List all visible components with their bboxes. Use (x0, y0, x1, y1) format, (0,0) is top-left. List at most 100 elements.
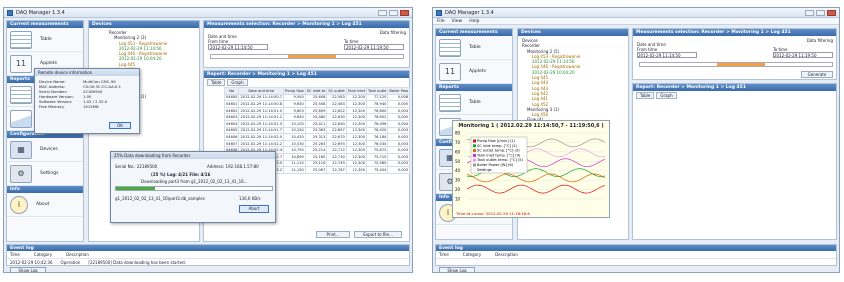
show-log-button[interactable]: Show Log (439, 267, 475, 272)
info-header: Info (7, 186, 83, 193)
legend-entry: SC outlet temp. [°C] (3) (477, 149, 520, 153)
data-filtering-toggle[interactable]: Data filtering (807, 38, 833, 43)
time-at-cursor: Time at cursor: 2012-02-29 11:18:18.6 (456, 211, 530, 216)
column-header[interactable]: SC inlet te (304, 87, 328, 95)
devices-header: Devices (518, 29, 628, 36)
legend-entry: Boiler Power [W] (6) (477, 163, 514, 167)
column-header[interactable]: SC outlet (326, 87, 347, 95)
table-row[interactable]: 04603 2012-02-29 11:14:51.2 9,630 25,480 22,… (223, 113, 411, 121)
close-button[interactable] (400, 9, 409, 16)
dialog-title: Remote device information (35, 69, 139, 76)
abort-button[interactable]: Abort (239, 205, 269, 213)
legend-swatch (473, 158, 476, 162)
nav-about[interactable]: iAbout (7, 193, 83, 217)
devices-icon: ▦ (10, 140, 32, 159)
from-time-input[interactable]: 2012-02-29 11:14:50 (637, 52, 697, 58)
column-header[interactable]: Pump flow (283, 87, 306, 95)
tab-graph[interactable]: Graph (227, 79, 248, 86)
applets-icon: 11 (439, 62, 461, 81)
table-row[interactable]: 04606 2012-02-29 11:14:52.0 10,420 25,313 22… (223, 133, 411, 141)
minimize-button[interactable] (805, 9, 814, 16)
report-panel: Report: Recorder > Monitoring 1 > Log 45… (632, 83, 837, 240)
legend-swatch (473, 144, 476, 148)
table-row[interactable]: 04604 2012-02-29 11:14:51.5 10,105 25,411 22… (223, 119, 411, 128)
reports-header: Reports (436, 84, 512, 91)
file-name: g1_2012_02_02_13_41_16\part3.db_samples (115, 196, 205, 201)
event-row[interactable]: 2012-02-29 10:42:36 Operation [22189500] D… (7, 259, 409, 266)
column-header[interactable]: Boiler Pow (387, 87, 411, 95)
address-label: Address: 192.168.1.57:80 (207, 164, 259, 169)
menu-help[interactable]: Help (469, 19, 479, 24)
download-speed: 136,6 KB/s (239, 196, 261, 201)
nav-current-table[interactable]: Table (7, 28, 83, 52)
measurements-selection: Measurements selection: Recorder > Monit… (203, 20, 410, 68)
time-range-slider[interactable] (210, 54, 404, 59)
info-value: 1915MB (83, 104, 99, 109)
nav-current-table[interactable]: Table (436, 36, 512, 60)
window-title: DAQ Manager 1.3.4 (445, 9, 494, 16)
left-window: DAQ Manager 1.3.4 Current measurements T… (3, 7, 413, 273)
applets-icon: 11 (10, 54, 32, 73)
legend-entry: Tank outlet temp. [°C] (5) (476, 158, 524, 162)
legend-swatch (473, 153, 476, 157)
y-tick: 70 (455, 140, 461, 145)
y-tick: 30 (455, 178, 461, 183)
column-header[interactable]: No (223, 87, 240, 95)
tab-table[interactable]: Table (636, 92, 655, 99)
close-button[interactable] (827, 9, 836, 16)
table-icon (10, 30, 32, 49)
legend-entry: Tank inlet temp. [°C] (4) (476, 153, 521, 157)
maximize-button[interactable] (816, 9, 825, 16)
column-header[interactable]: Tank inlet (345, 87, 368, 95)
series-line (466, 173, 606, 183)
legend-swatch (473, 149, 476, 153)
nav-applets[interactable]: 11 Applets (436, 60, 512, 84)
window-title: DAQ Manager 1.3.4 (16, 9, 65, 16)
download-dialog-title: 25% Data downloading from Recorder (111, 152, 275, 159)
time-range-slider[interactable] (639, 62, 833, 67)
print-button[interactable]: Print... (316, 231, 350, 238)
menu-file[interactable]: File (437, 19, 445, 24)
export-button[interactable]: Export to file... (354, 231, 402, 238)
to-time-input[interactable]: 2012-02-29 11:19:50 (773, 52, 833, 58)
progress-bar (115, 186, 273, 191)
ok-button[interactable]: OK (109, 122, 131, 129)
table-row[interactable]: 04600 2012-02-29 11:14:50.7 9,500 25,608 22,… (223, 93, 411, 102)
downloading-text: Downloading part3 from g1_2012_02_02_13_… (141, 179, 248, 184)
table-icon (439, 38, 461, 57)
app-icon (436, 9, 442, 16)
nav-settings[interactable]: ⚙Settings (7, 162, 83, 186)
maximize-button[interactable] (389, 9, 398, 16)
title-bar[interactable]: DAQ Manager 1.3.4 (4, 8, 412, 18)
title-bar[interactable]: DAQ Manager 1.3.4 (433, 8, 839, 18)
about-icon: i (10, 195, 28, 214)
y-tick: 10 (455, 197, 461, 202)
info-grid: Device Name: MultiCon CMC-99 MAC Address: C… (35, 76, 139, 112)
graph-area[interactable]: Monitoring 1 ( 2012.02.29 11:14:50,7 - 1… (452, 120, 610, 218)
current-measurements-header: Current measurements (436, 29, 512, 36)
report-header: Report: Recorder > Monitoring 1 > Log 45… (204, 71, 409, 78)
data-filtering-toggle[interactable]: Data filtering (380, 30, 406, 35)
table-row[interactable]: 04607 2012-02-29 11:14:52.2 10,530 25,263 22… (223, 139, 411, 148)
table-row[interactable]: 04605 2012-02-29 11:14:51.7 10,250 25,363 22… (223, 126, 411, 135)
from-time-input[interactable]: 2012-02-29 11:14:50 (208, 44, 268, 50)
y-tick: 40 (455, 168, 461, 173)
nav-devices[interactable]: ▦Devices (7, 138, 83, 162)
tab-graph[interactable]: Graph (656, 92, 677, 99)
menu-view[interactable]: View (452, 19, 463, 24)
minimize-button[interactable] (378, 9, 387, 16)
tab-table[interactable]: Table (207, 79, 226, 86)
column-header[interactable]: Tank outle (365, 87, 389, 95)
measurements-header: Measurements selection: Recorder > Monit… (204, 21, 409, 28)
app-icon (7, 9, 13, 16)
nav-reports-table[interactable]: Table (436, 91, 512, 115)
table-row[interactable]: 04601 2012-02-29 11:14:50.8 9,630 25,508 22,… (223, 100, 411, 108)
measurements-header: Measurements selection: Recorder > Monit… (633, 29, 836, 36)
graph-title: Monitoring 1 ( 2012.02.29 11:14:50,7 - 1… (458, 123, 604, 129)
generate-button[interactable]: Generate (801, 71, 833, 78)
show-log-button[interactable]: Show Log (10, 267, 46, 272)
y-tick: 20 (455, 187, 461, 192)
to-time-input[interactable]: 2012-02-29 11:19:50 (344, 44, 404, 50)
table-row[interactable]: 04602 2012-02-29 11:14:51.0 9,603 25,609 22,… (223, 106, 411, 115)
column-header[interactable]: Date and time (238, 87, 285, 95)
